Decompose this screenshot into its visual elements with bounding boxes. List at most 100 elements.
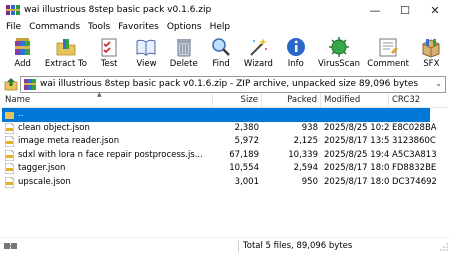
file-crc32: E8C028BA (392, 122, 437, 133)
info-button[interactable]: Info (277, 34, 314, 72)
archive-path-text: wai illustrious 8step basic pack v0.1.6.… (40, 79, 419, 89)
file-modified: 2025/8/17 13:56 (324, 136, 389, 146)
menu-commands[interactable]: Commands (25, 22, 84, 32)
status-bar: Total 5 files, 89,096 bytes (0, 237, 450, 253)
file-crc32: FD8832BE (392, 163, 437, 173)
file-crc32: 3123860C (392, 136, 436, 146)
file-modified: 2025/8/17 18:02 (324, 163, 389, 173)
parent-folder-row[interactable]: .. (2, 108, 430, 122)
archive-path-field[interactable]: wai illustrious 8step basic pack v0.1.6.… (20, 75, 446, 93)
winrar-app-icon (6, 4, 20, 16)
path-dropdown-chevron-down-icon[interactable]: ⌄ (435, 79, 442, 88)
add-label: Add (14, 59, 31, 69)
comment-button[interactable]: Comment (364, 34, 413, 72)
file-name: image meta reader.json (18, 136, 120, 146)
sfx-label: SFX (423, 59, 440, 69)
file-name: upscale.json (18, 176, 71, 187)
window-title: wai illustrious 8step basic pack v0.1.6.… (24, 5, 212, 15)
virusscan-button[interactable]: VirusScan (314, 34, 363, 72)
file-name: clean object.json (18, 122, 90, 133)
menu-file[interactable]: File (2, 22, 25, 32)
menu-help[interactable]: Help (206, 22, 235, 32)
find-button[interactable]: Find (202, 34, 239, 72)
file-name: tagger.json (18, 163, 66, 173)
file-packed: 10,339 (288, 149, 318, 160)
column-header-crc32[interactable]: CRC32 (389, 93, 448, 108)
find-magnifier-icon (212, 38, 230, 56)
parent-folder-label: .. (18, 109, 24, 119)
table-row[interactable]: image meta reader.json 5,972 2,125 2025/… (2, 135, 448, 149)
info-label: Info (287, 59, 304, 69)
table-row[interactable]: sdxl with lora n face repair postprocess… (2, 149, 448, 163)
file-size: 2,380 (234, 122, 259, 133)
menu-tools[interactable]: Tools (84, 22, 114, 32)
find-label: Find (212, 59, 230, 69)
delete-button[interactable]: Delete (165, 34, 202, 72)
minimize-button[interactable]: — (360, 0, 390, 20)
up-arrow-icon (4, 78, 18, 91)
toolbar: Add Extract To Test View Delete Find Wiz… (0, 34, 450, 72)
sort-caret-icon: ▲ (97, 91, 102, 98)
column-header-packed[interactable]: Packed (262, 92, 321, 108)
view-button[interactable]: View (128, 34, 165, 72)
status-total: Total 5 files, 89,096 bytes (243, 240, 353, 251)
sfx-button[interactable]: SFX (413, 34, 450, 72)
file-list: ▲ Name Size Packed Modified CRC32 .. cle… (2, 91, 448, 237)
test-button[interactable]: Test (90, 34, 127, 72)
virusscan-label: VirusScan (318, 59, 360, 69)
wizard-wand-icon (250, 38, 268, 56)
file-modified: 2025/8/17 18:02 (324, 176, 389, 187)
view-label: View (136, 59, 157, 69)
test-label: Test (100, 59, 118, 69)
json-file-icon (5, 149, 14, 161)
menu-options[interactable]: Options (163, 22, 206, 32)
menu-bar: File Commands Tools Favorites Options He… (0, 20, 450, 34)
info-icon (286, 38, 305, 56)
sfx-box-icon (422, 39, 440, 58)
file-packed: 2,125 (293, 136, 318, 146)
delete-label: Delete (169, 59, 198, 69)
column-header-name[interactable]: Name (2, 92, 213, 108)
comment-label: Comment (367, 59, 409, 69)
menu-favorites[interactable]: Favorites (114, 22, 163, 32)
parent-folder-icon (5, 112, 14, 120)
resize-grip-icon[interactable] (440, 243, 448, 251)
json-file-icon (5, 163, 14, 175)
json-file-icon (5, 122, 14, 134)
extract-to-label: Extract To (44, 59, 87, 69)
view-book-icon (136, 39, 156, 56)
wizard-button[interactable]: Wizard (240, 34, 277, 72)
table-row[interactable]: tagger.json 10,554 2,594 2025/8/17 18:02… (2, 162, 448, 176)
extract-to-button[interactable]: Extract To (41, 34, 90, 72)
file-crc32: DC374692 (392, 176, 437, 187)
test-checklist-icon (101, 38, 117, 57)
trash-bin-icon (176, 39, 191, 57)
file-size: 5,972 (234, 136, 259, 146)
virus-scan-icon (328, 37, 349, 57)
winrar-window: wai illustrious 8step basic pack v0.1.6.… (0, 0, 450, 253)
column-header-modified[interactable]: Modified (321, 92, 389, 108)
up-one-level-button[interactable] (2, 75, 20, 93)
file-modified: 2025/8/25 19:40 (324, 149, 389, 160)
file-size: 10,554 (229, 163, 259, 173)
maximize-button[interactable]: ☐ (390, 0, 420, 20)
table-row[interactable]: clean object.json 2,380 938 2025/8/25 10… (2, 122, 448, 136)
file-packed: 2,594 (293, 163, 318, 173)
file-crc32: A5C3A813 (392, 149, 437, 160)
zip-archive-icon (24, 78, 36, 90)
comment-icon (379, 38, 399, 57)
file-packed: 950 (301, 176, 318, 187)
title-bar[interactable]: wai illustrious 8step basic pack v0.1.6.… (0, 0, 450, 20)
table-row[interactable]: upscale.json 3,001 950 2025/8/17 18:02 D… (2, 176, 448, 190)
json-file-icon (5, 176, 14, 188)
add-archive-icon (14, 38, 30, 55)
wizard-label: Wizard (243, 59, 273, 69)
add-button[interactable]: Add (4, 34, 41, 72)
column-header-size[interactable]: Size (213, 92, 262, 108)
file-size: 3,001 (234, 176, 259, 187)
file-modified: 2025/8/25 10:25 (324, 122, 389, 133)
extract-folder-icon (56, 39, 76, 56)
drive-icon (4, 242, 17, 249)
close-button[interactable]: ✕ (420, 0, 450, 20)
file-list-header: ▲ Name Size Packed Modified CRC32 (2, 91, 448, 108)
